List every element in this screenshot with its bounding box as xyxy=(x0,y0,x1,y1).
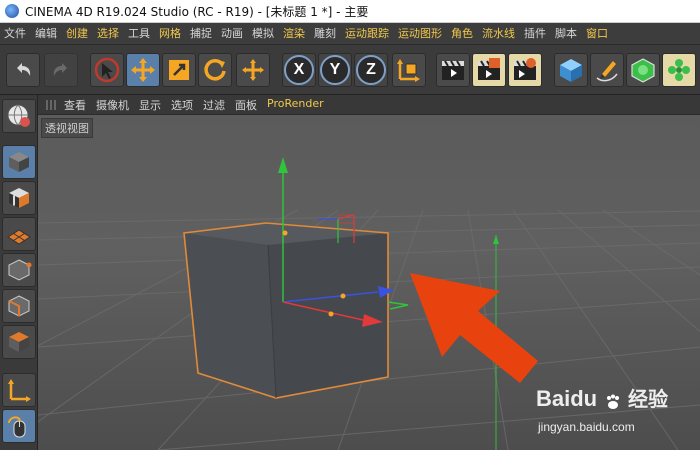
viewport-menu-item-4[interactable]: 过滤 xyxy=(203,97,225,113)
viewport-label: 透视视图 xyxy=(41,118,93,138)
menu-item-13[interactable]: 角色 xyxy=(447,23,477,45)
coordinate-system-button[interactable] xyxy=(392,53,426,87)
pen-icon xyxy=(596,61,618,82)
baidu-watermark: Baidu 经验 jingyan.baidu.com xyxy=(536,383,668,434)
recent-tools-button[interactable] xyxy=(236,53,270,87)
make-editable-button[interactable] xyxy=(2,99,36,133)
menu-item-10[interactable]: 雕刻 xyxy=(310,23,340,45)
workplane-mode-button[interactable] xyxy=(2,217,36,251)
render-settings-button[interactable] xyxy=(508,53,542,87)
menu-item-3[interactable]: 选择 xyxy=(93,23,123,45)
perspective-viewport[interactable]: 透视视图 Baidu 经验 jingyan.baidu.com xyxy=(38,115,700,450)
redo-button[interactable] xyxy=(44,53,78,87)
menu-item-15[interactable]: 插件 xyxy=(520,23,550,45)
viewport-menu-item-5[interactable]: 面板 xyxy=(235,97,257,113)
paw-icon xyxy=(604,393,622,411)
rotate-icon xyxy=(204,59,226,81)
baidu-brand-cn: 经验 xyxy=(628,389,669,411)
workplane-icon xyxy=(7,229,31,245)
cloner-icon xyxy=(668,59,690,81)
undo-button[interactable] xyxy=(6,53,40,87)
menu-item-9[interactable]: 渲染 xyxy=(279,23,309,45)
x-axis-lock-button[interactable]: X xyxy=(282,53,316,87)
undo-icon xyxy=(17,63,31,76)
polygons-mode-button[interactable] xyxy=(2,325,36,359)
menu-item-14[interactable]: 流水线 xyxy=(478,23,519,45)
menu-item-17[interactable]: 窗口 xyxy=(582,23,612,45)
menu-item-8[interactable]: 模拟 xyxy=(248,23,278,45)
model-mode-button[interactable] xyxy=(2,145,36,179)
menu-item-5[interactable]: 网格 xyxy=(155,23,185,45)
pen-spline-button[interactable] xyxy=(590,53,624,87)
cloner-button[interactable] xyxy=(662,53,696,87)
tweak-mode-button[interactable] xyxy=(2,409,36,443)
viewport-menu-items: 查看 摄像机 显示 选项 过滤 面板 ProRender xyxy=(64,97,334,113)
model-cube-icon xyxy=(9,152,29,172)
polygons-cube-icon xyxy=(9,332,29,352)
texture-mode-button[interactable] xyxy=(2,181,36,215)
edges-mode-button[interactable] xyxy=(2,289,36,323)
add-cube-button[interactable] xyxy=(554,53,588,87)
viewport-menu-item-3[interactable]: 选项 xyxy=(171,97,193,113)
selected-cube[interactable] xyxy=(183,222,389,399)
world-y-axis-arrow xyxy=(493,235,499,244)
edges-cube-icon xyxy=(8,295,30,317)
menu-item-6[interactable]: 捕捉 xyxy=(186,23,216,45)
enable-axis-button[interactable] xyxy=(2,373,36,407)
coordinate-system-icon xyxy=(397,59,420,82)
render-to-picture-viewer-button[interactable] xyxy=(472,53,506,87)
window-title: CINEMA 4D R19.024 Studio (RC - R19) - [未… xyxy=(25,4,369,19)
mode-palette xyxy=(0,95,38,450)
panel-grip-icon[interactable] xyxy=(46,99,56,110)
cube-icon xyxy=(560,59,582,82)
axis-icon xyxy=(8,379,31,402)
scale-tool-button[interactable] xyxy=(162,53,196,87)
clapper-icon xyxy=(442,60,464,80)
cinema4d-app-icon xyxy=(5,4,19,18)
annotation-arrow xyxy=(410,273,538,383)
viewport-menu-bar: 查看 摄像机 显示 选项 过滤 面板 ProRender xyxy=(38,95,700,115)
move-tool-button[interactable] xyxy=(126,53,160,87)
menu-item-16[interactable]: 脚本 xyxy=(551,23,581,45)
x-axis-label: X xyxy=(284,55,314,85)
menu-item-12[interactable]: 运动图形 xyxy=(394,23,446,45)
transform-icon xyxy=(242,59,264,81)
viewport-menu-item-0[interactable]: 查看 xyxy=(64,97,86,113)
redo-icon xyxy=(53,63,67,76)
main-menu-bar: 文件 编辑 创建 选择 工具 网格 捕捉 动画 模拟 渲染 雕刻 运动跟踪 运动图形 角色 流水线 插件 脚本窗… xyxy=(0,23,700,45)
viewport-menu-item-6[interactable]: ProRender xyxy=(267,97,324,113)
live-selection-button[interactable] xyxy=(90,53,124,87)
menu-item-2[interactable]: 创建 xyxy=(62,23,92,45)
viewport-menu-item-1[interactable]: 摄像机 xyxy=(96,97,129,113)
live-selection-icon xyxy=(94,57,120,83)
y-axis-lock-button[interactable]: Y xyxy=(318,53,352,87)
checker-cube-icon xyxy=(9,188,29,208)
z-axis-lock-button[interactable]: Z xyxy=(354,53,388,87)
subdivision-icon xyxy=(631,58,655,83)
mouse-tweak-icon xyxy=(8,416,26,438)
menu-item-4[interactable]: 工具 xyxy=(124,23,154,45)
viewport-menu-item-2[interactable]: 显示 xyxy=(139,97,161,113)
baidu-brand: Baidu xyxy=(536,386,598,411)
y-axis-label: Y xyxy=(320,55,350,85)
baidu-url: jingyan.baidu.com xyxy=(538,420,635,434)
menu-item-1[interactable]: 编辑 xyxy=(31,23,61,45)
render-settings-icon xyxy=(514,58,536,80)
z-axis-label: Z xyxy=(356,55,386,85)
globe-edit-icon xyxy=(7,104,30,127)
rotate-tool-button[interactable] xyxy=(198,53,232,87)
subdivision-surface-button[interactable] xyxy=(626,53,660,87)
main-toolbar: X Y Z xyxy=(0,45,700,95)
title-bar: CINEMA 4D R19.024 Studio (RC - R19) - [未… xyxy=(0,0,700,23)
points-mode-button[interactable] xyxy=(2,253,36,287)
menu-item-11[interactable]: 运动跟踪 xyxy=(341,23,393,45)
render-picture-viewer-icon xyxy=(478,58,500,80)
menu-item-7[interactable]: 动画 xyxy=(217,23,247,45)
menu-item-0[interactable]: 文件 xyxy=(0,23,30,45)
render-view-button[interactable] xyxy=(436,53,470,87)
points-cube-icon xyxy=(8,259,32,281)
c4d-window: CINEMA 4D R19.024 Studio (RC - R19) - [未… xyxy=(0,0,700,450)
scale-icon xyxy=(169,60,189,80)
move-icon xyxy=(131,58,155,82)
